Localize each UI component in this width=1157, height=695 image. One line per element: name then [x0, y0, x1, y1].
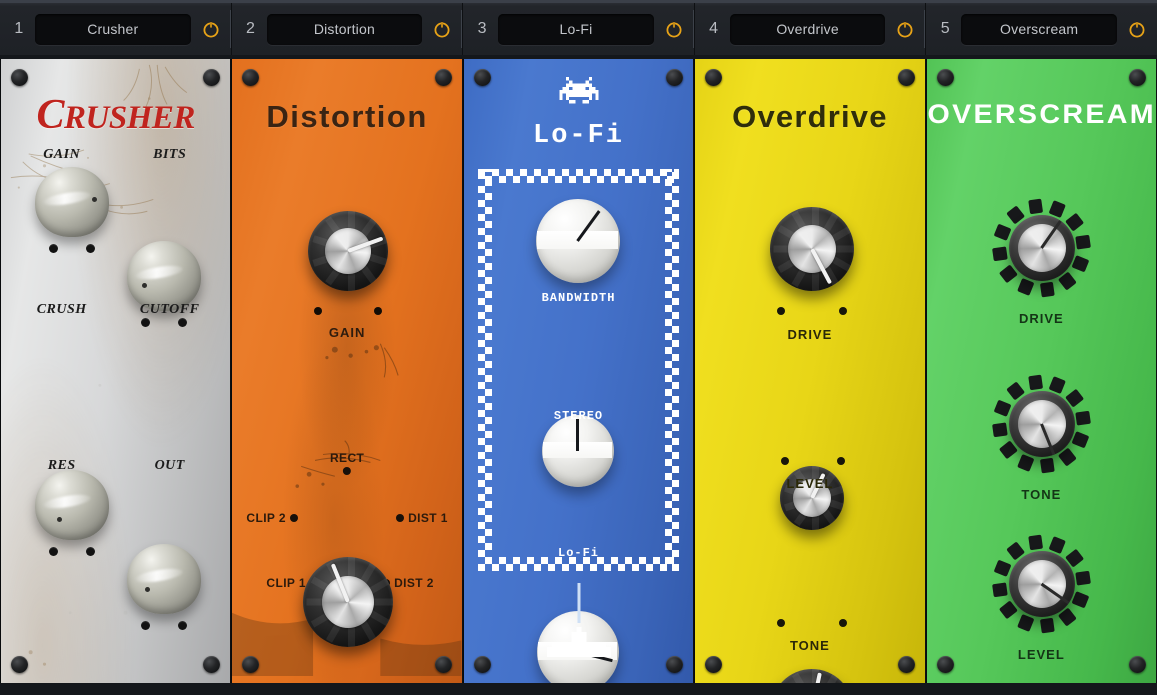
- screw-bottom-right: [434, 656, 452, 673]
- slot-number: 3: [477, 20, 487, 37]
- knob-indicator: [145, 587, 150, 592]
- knob-label-bandwidth: BANDWIDTH: [541, 291, 616, 305]
- screw-top-right: [1129, 69, 1147, 86]
- screw-top-left: [473, 69, 491, 86]
- knob-label-cutoff: CUTOFF: [139, 302, 200, 317]
- panel-face: [695, 59, 925, 683]
- slot-name-field[interactable]: Lo-Fi: [498, 13, 654, 45]
- selector-position-dist1[interactable]: DIST 1: [396, 511, 448, 525]
- knob-base-pins: [141, 621, 187, 630]
- knob-tone[interactable]: [771, 669, 854, 683]
- knob-knurl: [771, 669, 853, 683]
- knob-label-tone: TONE: [1021, 487, 1062, 502]
- knob-label-lofi: Lo-Fi: [558, 546, 600, 560]
- slot-number: 5: [940, 20, 950, 37]
- knob-indicator: [142, 283, 147, 288]
- knob-base-pins: [49, 244, 95, 253]
- panel-crusher[interactable]: CRUSHER GAIN BITS CRUSH CUTOFF RES OUT: [0, 59, 232, 683]
- knob-indicator: [57, 517, 62, 522]
- knob-label-level: LEVEL: [786, 476, 834, 491]
- knob-drive[interactable]: [770, 207, 855, 291]
- title-rest: RUSHER: [64, 100, 195, 136]
- screw-top-right: [897, 69, 915, 86]
- knob-gain[interactable]: [35, 167, 109, 253]
- selector-label: DIST 2: [394, 576, 434, 590]
- knob-pointer: [576, 419, 580, 451]
- knob-gain[interactable]: [308, 211, 389, 291]
- knob-label-drive: DRIVE: [787, 327, 833, 342]
- knob-base-pins: [49, 547, 95, 556]
- power-icon[interactable]: [663, 18, 685, 40]
- knob-stereo[interactable]: [541, 415, 614, 487]
- screw-bottom-right: [897, 656, 915, 673]
- panel-title-distortion: Distortion: [266, 99, 428, 134]
- pixel-cannon-icon: [546, 627, 611, 657]
- slot-number: 4: [709, 20, 719, 37]
- selector-dot: [396, 514, 405, 522]
- knob-label-out: OUT: [154, 458, 185, 473]
- knob-label-tone: TONE: [789, 638, 830, 653]
- slot-name-field[interactable]: Crusher: [35, 13, 191, 45]
- slot-4[interactable]: 4 Overdrive: [695, 3, 927, 55]
- selector-dot: [343, 467, 352, 475]
- knob-label-gain: GAIN: [328, 325, 366, 340]
- knob-tone[interactable]: [992, 374, 1092, 474]
- power-icon[interactable]: [894, 18, 916, 40]
- slot-1[interactable]: 1 Crusher: [0, 3, 232, 55]
- slot-2[interactable]: 2 Distortion: [232, 3, 464, 55]
- knob-label-stereo: STEREO: [553, 409, 604, 423]
- knob-base-pins: [777, 307, 848, 315]
- screw-bottom-left: [11, 656, 28, 673]
- knob-label-drive: DRIVE: [1018, 311, 1064, 326]
- knob-crush[interactable]: [35, 470, 109, 556]
- selector-position-rect[interactable]: RECT: [330, 451, 364, 475]
- slot-name-field[interactable]: Overdrive: [729, 13, 886, 45]
- knob-base-pins: [777, 619, 848, 627]
- knob-indicator: [92, 197, 97, 202]
- panel-lofi[interactable]: Lo-Fi BANDWIDTH STEREO Lo-Fi: [462, 59, 695, 683]
- knob-mode-selector[interactable]: [303, 557, 394, 647]
- screw-bottom-left: [473, 656, 491, 673]
- slot-number: 2: [245, 20, 256, 37]
- knob-base-pins: [314, 307, 383, 315]
- plugin-rack: 1 Crusher 2 Distortion 3 Lo-Fi 4 Overdri…: [0, 0, 1157, 695]
- slot-3[interactable]: 3 Lo-Fi: [463, 3, 695, 55]
- selector-label: CLIP 2: [246, 511, 286, 525]
- selector-label: CLIP 1: [266, 576, 306, 590]
- title-cap: C: [36, 92, 65, 138]
- knob-label-level: LEVEL: [1017, 647, 1065, 662]
- knob-bandwidth[interactable]: [535, 199, 620, 283]
- panel-title-crusher: CRUSHER: [1, 91, 230, 139]
- panel-overdrive[interactable]: Overdrive DRIVE LEVEL TONE: [694, 59, 926, 683]
- selector-label: DIST 1: [408, 511, 448, 525]
- knob-base-pins: [141, 318, 187, 327]
- screw-top-right: [434, 69, 452, 86]
- selector-position-clip2[interactable]: CLIP 2: [246, 511, 298, 525]
- panel-title-lofi: Lo-Fi: [533, 121, 625, 151]
- cord-line: [577, 583, 581, 623]
- knob-drive[interactable]: [992, 198, 1092, 298]
- slot-name-field[interactable]: Distortion: [266, 13, 423, 45]
- power-icon[interactable]: [1126, 18, 1148, 40]
- slot-bar: 1 Crusher 2 Distortion 3 Lo-Fi 4 Overdri…: [0, 0, 1157, 55]
- knob-base-pins: [781, 457, 846, 465]
- knob-label-bits: BITS: [153, 147, 187, 162]
- selector-label: RECT: [329, 451, 365, 465]
- space-invader-icon: [558, 77, 599, 104]
- knob-cutoff[interactable]: [127, 544, 201, 630]
- panel-overscream[interactable]: OVERSCREAM DRIVE TONE LEVEL: [925, 59, 1157, 683]
- panel-title-overdrive: Overdrive: [732, 99, 888, 134]
- screw-top-left: [936, 69, 954, 86]
- selector-dot: [289, 514, 298, 522]
- power-icon[interactable]: [431, 18, 453, 40]
- rack-area: CRUSHER GAIN BITS CRUSH CUTOFF RES OUT D…: [0, 55, 1157, 695]
- slot-name-field[interactable]: Overscream: [961, 13, 1117, 45]
- panel-distortion[interactable]: Distortion GAIN RECT CLIP 2 DIST 1 CLIP …: [231, 59, 463, 683]
- screw-top-left: [11, 69, 28, 86]
- knob-level[interactable]: [992, 534, 1092, 634]
- power-icon[interactable]: [200, 18, 222, 40]
- panel-title-overscream: OVERSCREAM: [927, 99, 1156, 129]
- slot-number: 1: [14, 20, 24, 37]
- slot-5[interactable]: 5 Overscream: [926, 3, 1157, 55]
